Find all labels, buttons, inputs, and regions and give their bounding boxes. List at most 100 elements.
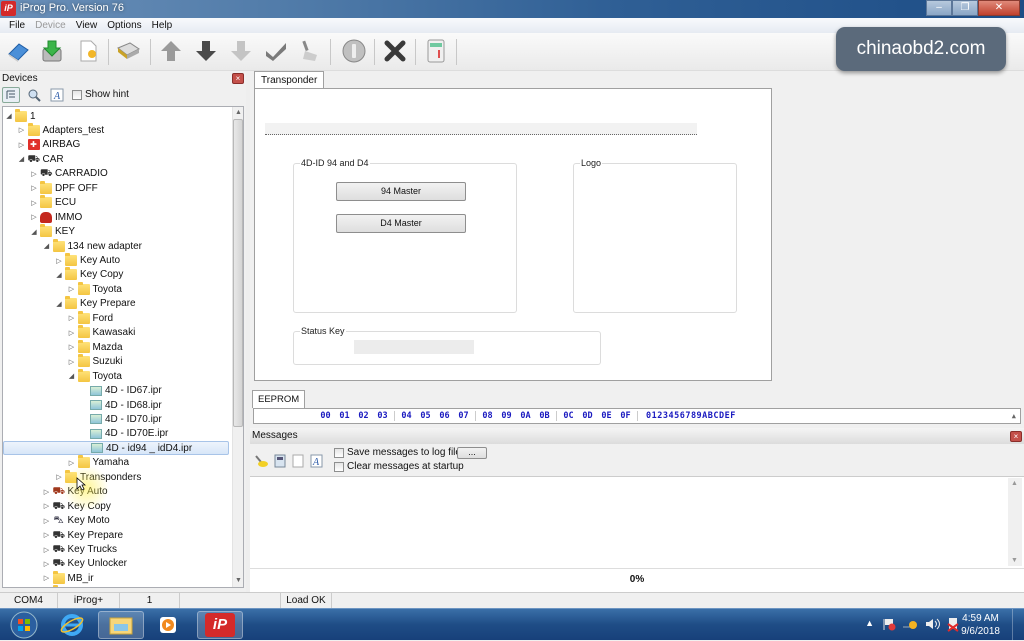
clear-startup-toggle[interactable]: Clear messages at startup — [334, 461, 464, 472]
scroll-down-arrow-icon[interactable]: ▼ — [1011, 557, 1018, 564]
expand-arrow-icon[interactable]: ▷ — [18, 126, 26, 134]
stop-button[interactable] — [381, 37, 409, 65]
expand-arrow-icon[interactable]: ▷ — [43, 488, 51, 496]
tree-node[interactable]: ▷ Adapters_test — [18, 122, 104, 137]
expand-arrow-icon[interactable]: ▷ — [55, 257, 63, 265]
tree-node[interactable]: ◢ Key Copy — [55, 267, 123, 282]
tree-node[interactable]: ◢ 134 new adapter — [43, 238, 142, 253]
collapse-arrow-icon[interactable]: ◢ — [30, 228, 38, 236]
tree-node[interactable]: ▷Smart Key new adapter — [43, 585, 173, 587]
save-log-toggle[interactable]: Save messages to log file — [334, 447, 461, 458]
taskbar-clock[interactable]: 4:59 AM 9/6/2018 — [961, 612, 1000, 638]
scroll-up-arrow-icon[interactable]: ▲ — [235, 109, 242, 116]
open-button[interactable] — [4, 37, 32, 65]
expand-arrow-icon[interactable]: ▷ — [68, 343, 76, 351]
tree-node[interactable]: ◢ ⛟ CAR — [18, 152, 64, 166]
minimize-button[interactable]: – — [926, 0, 952, 16]
volume-icon[interactable] — [924, 617, 940, 631]
collapse-arrow-icon[interactable]: ◢ — [68, 372, 76, 380]
tree-node[interactable]: ◢ Toyota — [68, 368, 122, 383]
collapse-arrow-icon[interactable]: ◢ — [55, 300, 63, 308]
verify-button[interactable] — [262, 37, 290, 65]
expand-arrow-icon[interactable]: ▷ — [68, 459, 76, 467]
tree-node[interactable]: 4D - ID70E.ipr — [80, 427, 168, 441]
save-button[interactable] — [38, 37, 66, 65]
font-button[interactable]: A — [48, 87, 66, 103]
download-button[interactable] — [192, 37, 220, 65]
tree-node[interactable]: ▷ ⛟ CARRADIO — [30, 167, 108, 181]
collapse-arrow-icon[interactable]: ◢ — [18, 155, 26, 163]
copy-icon[interactable] — [292, 454, 304, 468]
expand-arrow-icon[interactable]: ▷ — [30, 170, 38, 178]
show-hidden-icons-button[interactable]: ▲ — [865, 618, 874, 628]
tree-node[interactable]: ▷ Ford — [68, 310, 113, 325]
read-button[interactable] — [227, 37, 255, 65]
upload-button[interactable] — [157, 37, 185, 65]
tree-node[interactable]: ▷ Key Auto — [55, 253, 120, 268]
tab-eeprom[interactable]: EEPROM — [252, 390, 306, 408]
messages-scrollbar[interactable]: ▲ ▼ — [1008, 478, 1022, 566]
menu-device[interactable]: Device — [30, 18, 71, 33]
tree-node[interactable]: ◢ KEY — [30, 224, 75, 239]
show-hint-toggle[interactable]: Show hint — [72, 89, 129, 100]
save-log-icon[interactable] — [274, 454, 286, 468]
eeprom-scroll-up-icon[interactable]: ▲ — [1012, 412, 1016, 420]
expand-arrow-icon[interactable]: ▷ — [18, 141, 26, 149]
show-desktop-button[interactable] — [1012, 609, 1024, 641]
tree-node[interactable]: 4D - id94 _ idD4.ipr — [3, 441, 229, 456]
tree-node[interactable]: ▷ Kawasaki — [68, 325, 135, 340]
expand-arrow-icon[interactable]: ▷ — [30, 213, 38, 221]
calculator-button[interactable] — [422, 37, 450, 65]
expand-arrow-icon[interactable]: ▷ — [43, 574, 51, 582]
expand-arrow-icon[interactable]: ▷ — [55, 473, 63, 481]
tree-node[interactable]: ▷ Suzuki — [68, 354, 123, 369]
collapse-arrow-icon[interactable]: ◢ — [43, 242, 51, 250]
tree-node[interactable]: ▷ DPF OFF — [30, 180, 98, 195]
expand-arrow-icon[interactable]: ▷ — [68, 358, 76, 366]
tree-node[interactable]: ▷ ✚ AIRBAG — [18, 138, 80, 152]
scroll-up-arrow-icon[interactable]: ▲ — [1011, 480, 1018, 487]
start-button[interactable] — [6, 611, 42, 639]
expand-arrow-icon[interactable]: ▷ — [68, 285, 76, 293]
expand-arrow-icon[interactable]: ▷ — [43, 560, 51, 568]
clear-brush-icon[interactable] — [254, 454, 268, 468]
browse-log-button[interactable]: ... — [457, 447, 487, 459]
tree-node[interactable]: ◢ 1 — [5, 108, 36, 123]
tree-node[interactable]: ▷ ⛟ Key Prepare — [43, 528, 123, 542]
d4-master-button[interactable]: D4 Master — [336, 214, 466, 233]
clear-startup-checkbox[interactable] — [334, 461, 344, 472]
taskbar-file-explorer[interactable] — [98, 611, 144, 639]
menu-file[interactable]: File — [4, 18, 30, 33]
messages-close-button[interactable]: × — [1010, 431, 1022, 442]
tree-node[interactable]: ▷ ⛟ Key Trucks — [43, 543, 117, 557]
94-master-button[interactable]: 94 Master — [336, 182, 466, 201]
tree-node[interactable]: ▷ Mazda — [68, 339, 123, 354]
expand-arrow-icon[interactable]: ▷ — [30, 199, 38, 207]
chip-button[interactable] — [114, 37, 142, 65]
network-icon[interactable] — [902, 617, 918, 631]
menu-options[interactable]: Options — [102, 18, 146, 33]
expand-arrow-icon[interactable]: ▷ — [43, 502, 51, 510]
action-center-flag-icon[interactable] — [882, 617, 896, 631]
devices-panel-close-button[interactable]: × — [232, 73, 244, 84]
tree-node[interactable]: ▷ Toyota — [68, 281, 122, 296]
collapse-arrow-icon[interactable]: ◢ — [5, 112, 13, 120]
tree-node[interactable]: 4D - ID67.ipr — [80, 384, 162, 398]
expand-arrow-icon[interactable]: ▷ — [43, 517, 51, 525]
erase-button[interactable] — [296, 37, 324, 65]
tree-node[interactable]: ▷ MB_ir — [43, 570, 94, 585]
messages-log-area[interactable] — [250, 476, 1024, 568]
show-hint-checkbox[interactable] — [72, 89, 82, 100]
expand-arrow-icon[interactable]: ▷ — [68, 329, 76, 337]
expand-arrow-icon[interactable]: ▷ — [43, 531, 51, 539]
taskbar-iprog[interactable]: iP — [197, 611, 243, 639]
font-icon[interactable]: A — [310, 454, 323, 468]
scroll-down-arrow-icon[interactable]: ▼ — [235, 577, 242, 584]
tree-node[interactable]: 4D - ID68.ipr — [80, 398, 162, 412]
tree-node[interactable]: ▷ ECU — [30, 195, 76, 210]
tree-node[interactable]: ▷ IMMO — [30, 210, 82, 224]
taskbar-internet-explorer[interactable] — [52, 611, 92, 639]
taskbar-media-player[interactable] — [150, 611, 186, 639]
new-file-button[interactable] — [74, 37, 102, 65]
tree-node[interactable]: ▷ ⛟ Key Unlocker — [43, 557, 127, 571]
